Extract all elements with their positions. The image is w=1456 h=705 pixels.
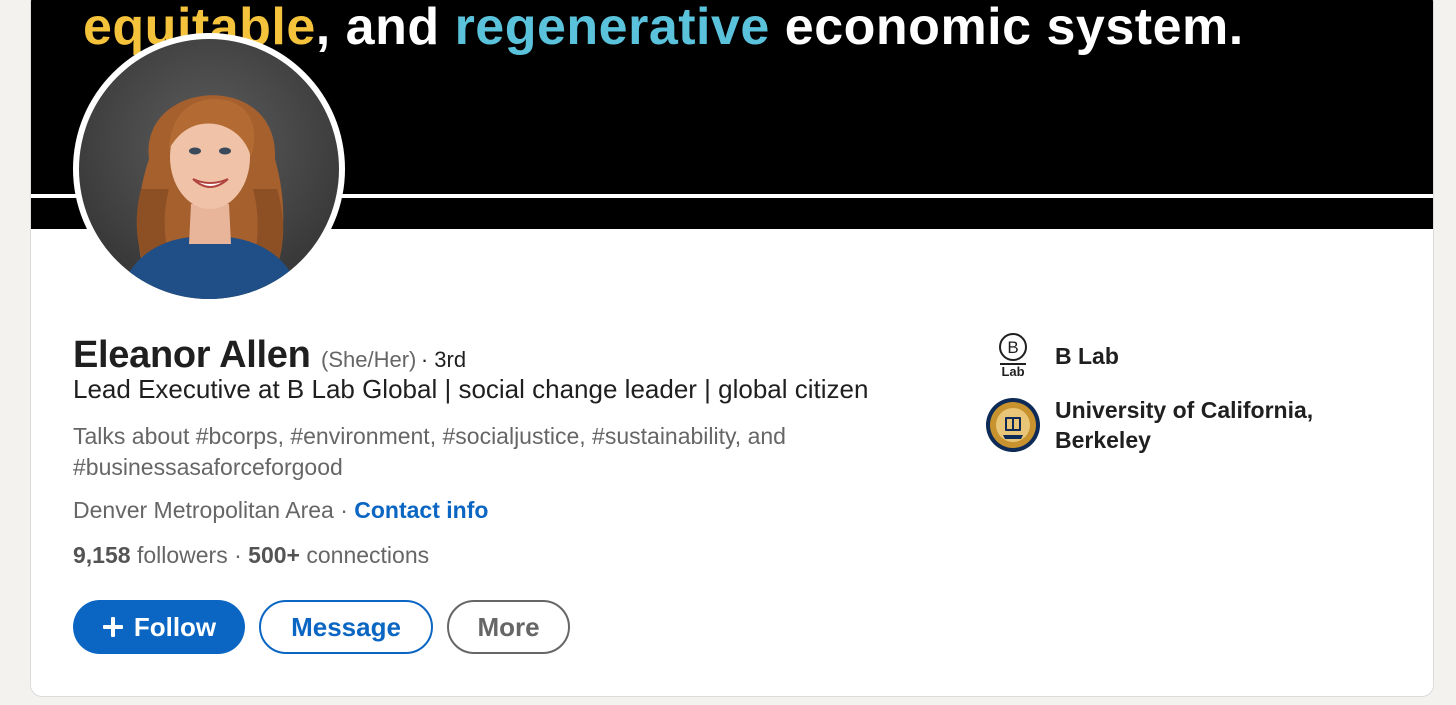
b-corp-circle-icon: B [999, 333, 1027, 361]
avatar[interactable] [73, 33, 345, 305]
profile-name: Eleanor Allen [73, 334, 311, 376]
more-label: More [477, 611, 540, 642]
connections-count[interactable]: 500+ [248, 542, 300, 568]
b-lab-logo: B Lab [985, 332, 1041, 380]
b-lab-logo-text: Lab [1001, 364, 1025, 379]
svg-text:B: B [1007, 338, 1018, 357]
person-portrait-icon [119, 95, 301, 299]
profile-photo[interactable] [79, 39, 339, 299]
stats-separator: · [227, 542, 249, 568]
message-label: Message [291, 611, 401, 642]
banner-word-regenerative: regenerative [454, 0, 770, 56]
stats-row: 9,158 followers · 500+ connections [73, 542, 429, 569]
connections-label[interactable]: connections [300, 542, 429, 568]
uc-berkeley-seal-icon [986, 398, 1040, 452]
followers-label: followers [130, 542, 228, 568]
org-b-lab[interactable]: B Lab B Lab [985, 332, 1119, 380]
profile-card: equitable, and regenerative economic sys… [30, 0, 1434, 697]
org-name: B Lab [1055, 343, 1119, 369]
banner-rest: economic system. [769, 0, 1244, 56]
talks-about: Talks about #bcorps, #environment, #soci… [73, 423, 786, 480]
location-row: Denver Metropolitan Area · Contact info [73, 497, 488, 524]
message-button[interactable]: Message [259, 600, 433, 654]
connection-degree: · 3rd [420, 347, 467, 372]
contact-info-link[interactable]: Contact info [354, 497, 488, 523]
org-name: University of California, Berkeley [1055, 397, 1314, 453]
name-row: Eleanor Allen (She/Her) · 3rd [73, 334, 466, 377]
plus-icon [102, 617, 123, 637]
org-uc-berkeley[interactable]: University of California, Berkeley [985, 395, 1355, 455]
followers-count: 9,158 [73, 542, 131, 568]
more-button[interactable]: More [447, 600, 570, 654]
pronouns: (She/Her) [321, 347, 417, 372]
profile-headline: Lead Executive at B Lab Global | social … [73, 374, 869, 404]
banner-separator: , and [315, 0, 455, 56]
follow-label: Follow [133, 611, 217, 642]
location: Denver Metropolitan Area [73, 497, 334, 523]
location-separator: · [333, 497, 355, 523]
follow-button[interactable]: Follow [73, 600, 245, 654]
